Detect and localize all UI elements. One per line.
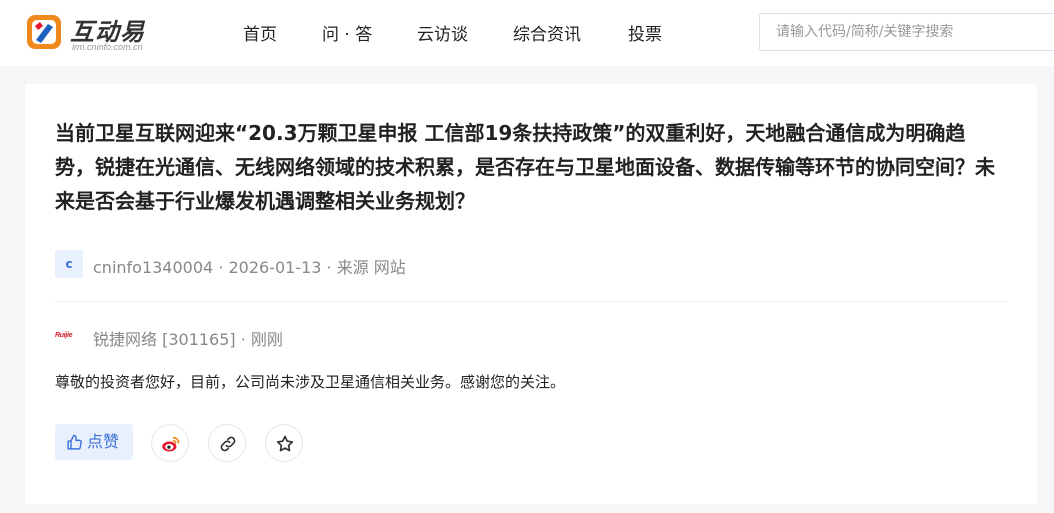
weibo-icon	[162, 436, 180, 452]
question-meta-text: cninfo1340004 · 2026-01-13 · 来源 网站	[93, 258, 406, 277]
company-logo-text: Ruijie	[55, 332, 73, 339]
qa-card: 当前卫星互联网迎来“20.3万颗卫星申报 工信部19条扶持政策”的双重利好，天地…	[25, 84, 1037, 504]
answer-meta-text[interactable]: 锐捷网络 [301165] · 刚刚	[93, 326, 283, 350]
site-logo[interactable]: 互动易 irm.cninfo.com.cn	[26, 12, 166, 54]
nav-item-home[interactable]: 首页	[243, 20, 277, 45]
share-weibo-button[interactable]	[151, 424, 189, 462]
answer-text: 尊敬的投资者您好，目前，公司尚未涉及卫星通信相关业务。感谢您的关注。	[55, 373, 566, 391]
search-input[interactable]	[759, 13, 1054, 51]
avatar: c	[55, 250, 83, 278]
star-icon	[276, 435, 294, 452]
divider	[55, 301, 1007, 302]
copy-link-button[interactable]	[208, 424, 246, 462]
link-icon	[220, 436, 236, 452]
logo-subtext: irm.cninfo.com.cn	[72, 42, 143, 52]
nav-item-vote[interactable]: 投票	[628, 20, 662, 45]
like-button[interactable]: 点赞	[55, 424, 133, 460]
logo-mark-icon	[27, 15, 61, 49]
favorite-button[interactable]	[265, 424, 303, 462]
question-title: 当前卫星互联网迎来“20.3万颗卫星申报 工信部19条扶持政策”的双重利好，天地…	[55, 121, 995, 213]
nav-item-qa[interactable]: 问 · 答	[322, 20, 372, 45]
like-label: 点赞	[87, 432, 120, 451]
nav-item-news[interactable]: 综合资讯	[513, 20, 581, 45]
top-navigation-bar: 互动易 irm.cninfo.com.cn 首页 问 · 答 云访谈 综合资讯 …	[0, 0, 1054, 66]
company-logo: Ruijie	[55, 329, 81, 343]
thumbs-up-icon	[67, 434, 82, 450]
nav-item-cloud-interview[interactable]: 云访谈	[417, 20, 468, 45]
